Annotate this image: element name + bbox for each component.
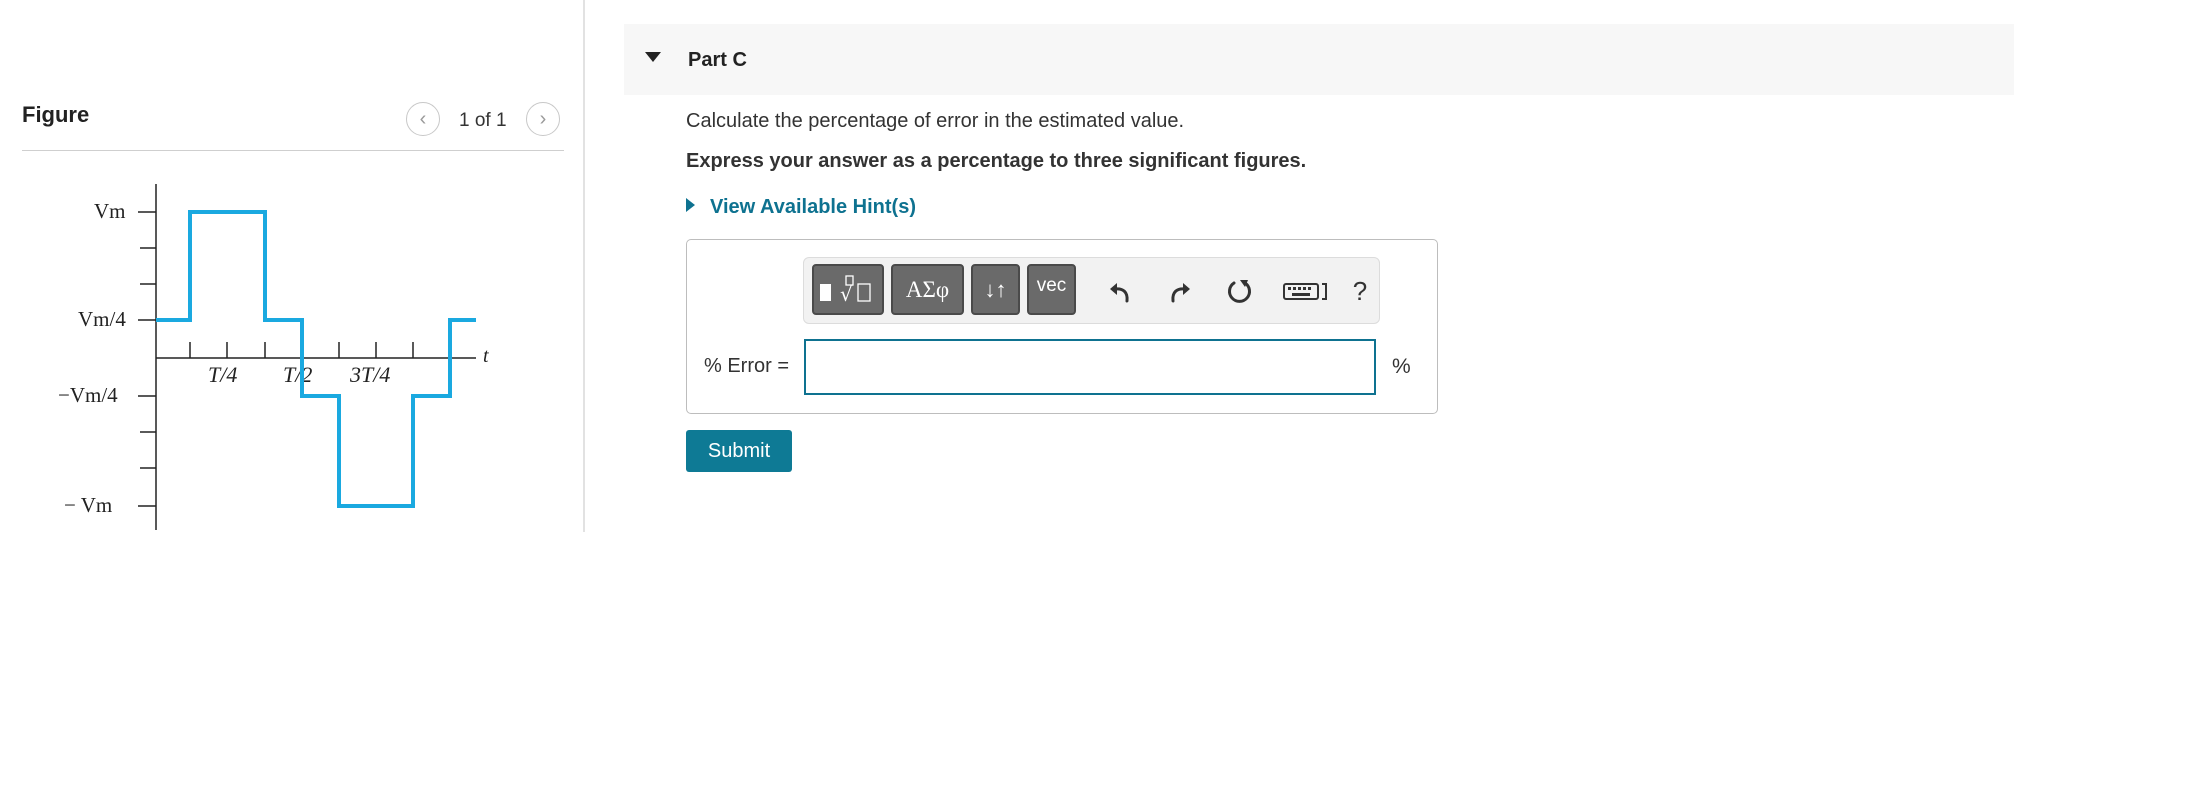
greek-symbols-button[interactable]: ΑΣφ [891,264,964,315]
figure-panel: Figure ‹ 1 of 1 › Vm Vm/4 −Vm/4 − Vm T/4… [0,0,585,532]
question-instruction: Calculate the percentage of error in the… [686,110,1185,132]
chevron-left-icon: ‹ [419,107,427,130]
answer-format-instruction: Express your answer as a percentage to t… [686,150,1307,172]
figure-title: Figure [22,102,90,127]
axis-label-t: t [483,345,489,367]
waveform-trace [156,210,476,508]
help-button[interactable]: ? [1349,274,1371,308]
svg-text:√: √ [840,282,853,306]
subscript-superscript-button[interactable]: ↓↑ [971,264,1020,315]
y-label-vm: Vm [94,199,126,223]
x-label-t-quarter: T/4 [208,362,237,387]
templates-button[interactable]: √ [812,264,884,315]
keyboard-button[interactable] [1282,274,1330,308]
y-label-vm-quarter: Vm/4 [78,307,126,331]
y-label-neg-vm: − Vm [64,493,112,517]
redo-button[interactable] [1163,274,1197,308]
part-header[interactable] [624,24,2014,95]
view-hints-link[interactable]: View Available Hint(s) [710,196,916,219]
y-label-neg-vm-quarter: −Vm/4 [58,383,118,407]
figure-divider [22,150,564,151]
keyboard-icon [1283,283,1327,300]
percent-error-input[interactable] [804,339,1376,395]
caret-down-icon[interactable] [645,52,661,62]
vector-button[interactable]: vec [1027,264,1076,315]
x-label-t-half: T/2 [283,362,312,387]
next-figure-button[interactable]: › [526,102,560,136]
part-title[interactable]: Part C [688,49,747,72]
redo-icon [1171,283,1190,303]
reset-button[interactable] [1223,274,1257,308]
previous-figure-button[interactable]: ‹ [406,102,440,136]
figure-pager: 1 of 1 [459,110,507,131]
waveform-figure: Vm Vm/4 −Vm/4 − Vm T/4 T/2 3T/4 t [58,184,489,530]
submit-button[interactable]: Submit [686,430,792,472]
answer-label: % Error = [704,355,790,377]
chevron-right-icon: › [539,107,547,130]
reset-icon [1228,280,1251,303]
undo-button[interactable] [1103,274,1137,308]
caret-right-icon[interactable] [686,198,695,212]
x-label-three-t-quarter: 3T/4 [349,362,390,387]
undo-icon [1110,283,1129,303]
answer-unit: % [1392,355,1411,378]
templates-icon: √ [820,274,871,306]
